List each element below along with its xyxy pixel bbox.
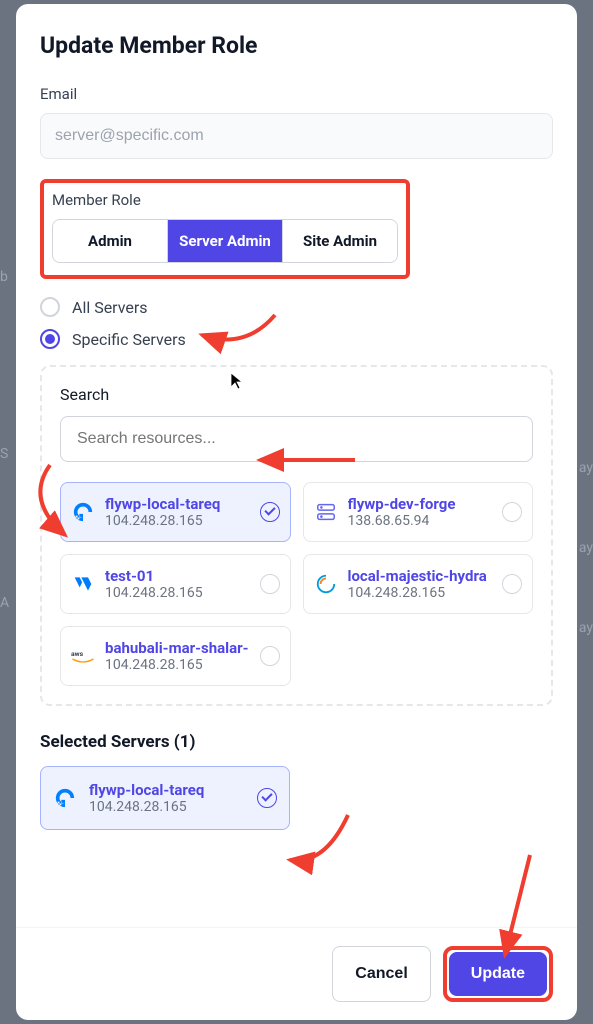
- check-icon: [260, 502, 280, 522]
- server-card-bahubali-mar-shalar[interactable]: aws bahubali-mar-shalar- 104.248.28.165: [60, 626, 291, 686]
- server-ip: 104.248.28.165: [348, 585, 493, 601]
- radio-all-servers[interactable]: All Servers: [40, 297, 553, 317]
- search-panel: Search flywp-local-tareq 104.248.28.165: [40, 365, 553, 706]
- radio-label: Specific Servers: [72, 330, 186, 349]
- digitalocean-icon: [53, 786, 77, 810]
- server-card-flywp-local-tareq[interactable]: flywp-local-tareq 104.248.28.165: [60, 482, 291, 542]
- server-stack-icon: [314, 500, 338, 524]
- bg-text: ay: [579, 460, 593, 476]
- email-field-group: Email: [40, 85, 553, 159]
- server-card-test-01[interactable]: test-01 104.248.28.165: [60, 554, 291, 614]
- bg-text: A: [0, 595, 9, 611]
- digitalocean-icon: [71, 500, 95, 524]
- bg-text: ay: [579, 540, 593, 556]
- modal-title: Update Member Role: [40, 32, 553, 59]
- modal-footer: Cancel Update: [16, 927, 577, 1020]
- bg-text: b: [0, 269, 8, 285]
- bg-text: ay: [579, 620, 593, 636]
- server-name: test-01: [105, 567, 250, 585]
- svg-text:aws: aws: [71, 650, 84, 658]
- radio-icon: [40, 329, 60, 349]
- role-option-admin[interactable]: Admin: [53, 220, 168, 262]
- search-label: Search: [60, 385, 533, 404]
- check-icon: [502, 502, 522, 522]
- search-input[interactable]: [60, 416, 533, 462]
- check-icon: [260, 646, 280, 666]
- member-role-label: Member Role: [52, 191, 398, 209]
- role-segmented-control: Admin Server Admin Site Admin: [52, 219, 398, 263]
- radio-specific-servers[interactable]: Specific Servers: [40, 329, 553, 349]
- update-member-role-modal: Update Member Role Email Member Role Adm…: [16, 4, 577, 1020]
- email-input[interactable]: [40, 113, 553, 159]
- selected-servers-heading: Selected Servers (1): [40, 732, 553, 752]
- member-role-section: Member Role Admin Server Admin Site Admi…: [40, 179, 410, 279]
- server-card-local-majestic-hydra[interactable]: local-majestic-hydra 104.248.28.165: [303, 554, 534, 614]
- server-ip: 104.248.28.165: [89, 799, 245, 815]
- server-grid: flywp-local-tareq 104.248.28.165 flywp-d…: [60, 482, 533, 686]
- bg-text: S: [0, 446, 8, 462]
- server-scope-radio-group: All Servers Specific Servers: [40, 297, 553, 349]
- server-name: flywp-dev-forge: [348, 495, 493, 513]
- server-name: local-majestic-hydra: [348, 567, 493, 585]
- server-card-flywp-dev-forge[interactable]: flywp-dev-forge 138.68.65.94: [303, 482, 534, 542]
- server-name: flywp-local-tareq: [105, 495, 250, 513]
- vultr-icon: [71, 572, 95, 596]
- akamai-icon: [314, 572, 338, 596]
- check-icon: [257, 788, 277, 808]
- update-button[interactable]: Update: [449, 952, 547, 996]
- check-icon: [502, 574, 522, 594]
- selected-server-card[interactable]: flywp-local-tareq 104.248.28.165: [40, 766, 290, 830]
- radio-icon: [40, 297, 60, 317]
- server-ip: 104.248.28.165: [105, 585, 250, 601]
- cancel-button[interactable]: Cancel: [332, 946, 430, 1002]
- email-label: Email: [40, 85, 553, 103]
- server-ip: 104.248.28.165: [105, 657, 250, 673]
- server-ip: 138.68.65.94: [348, 513, 493, 529]
- check-icon: [260, 574, 280, 594]
- server-name: flywp-local-tareq: [89, 781, 245, 799]
- selected-servers-section: Selected Servers (1) flywp-local-tareq 1…: [40, 732, 553, 830]
- radio-label: All Servers: [72, 298, 148, 317]
- aws-icon: aws: [71, 644, 95, 668]
- role-option-server-admin[interactable]: Server Admin: [168, 220, 283, 262]
- annotation-highlight: Update: [443, 946, 553, 1002]
- modal-body: Update Member Role Email Member Role Adm…: [16, 4, 577, 927]
- server-ip: 104.248.28.165: [105, 513, 250, 529]
- role-option-site-admin[interactable]: Site Admin: [283, 220, 397, 262]
- server-name: bahubali-mar-shalar-: [105, 639, 250, 657]
